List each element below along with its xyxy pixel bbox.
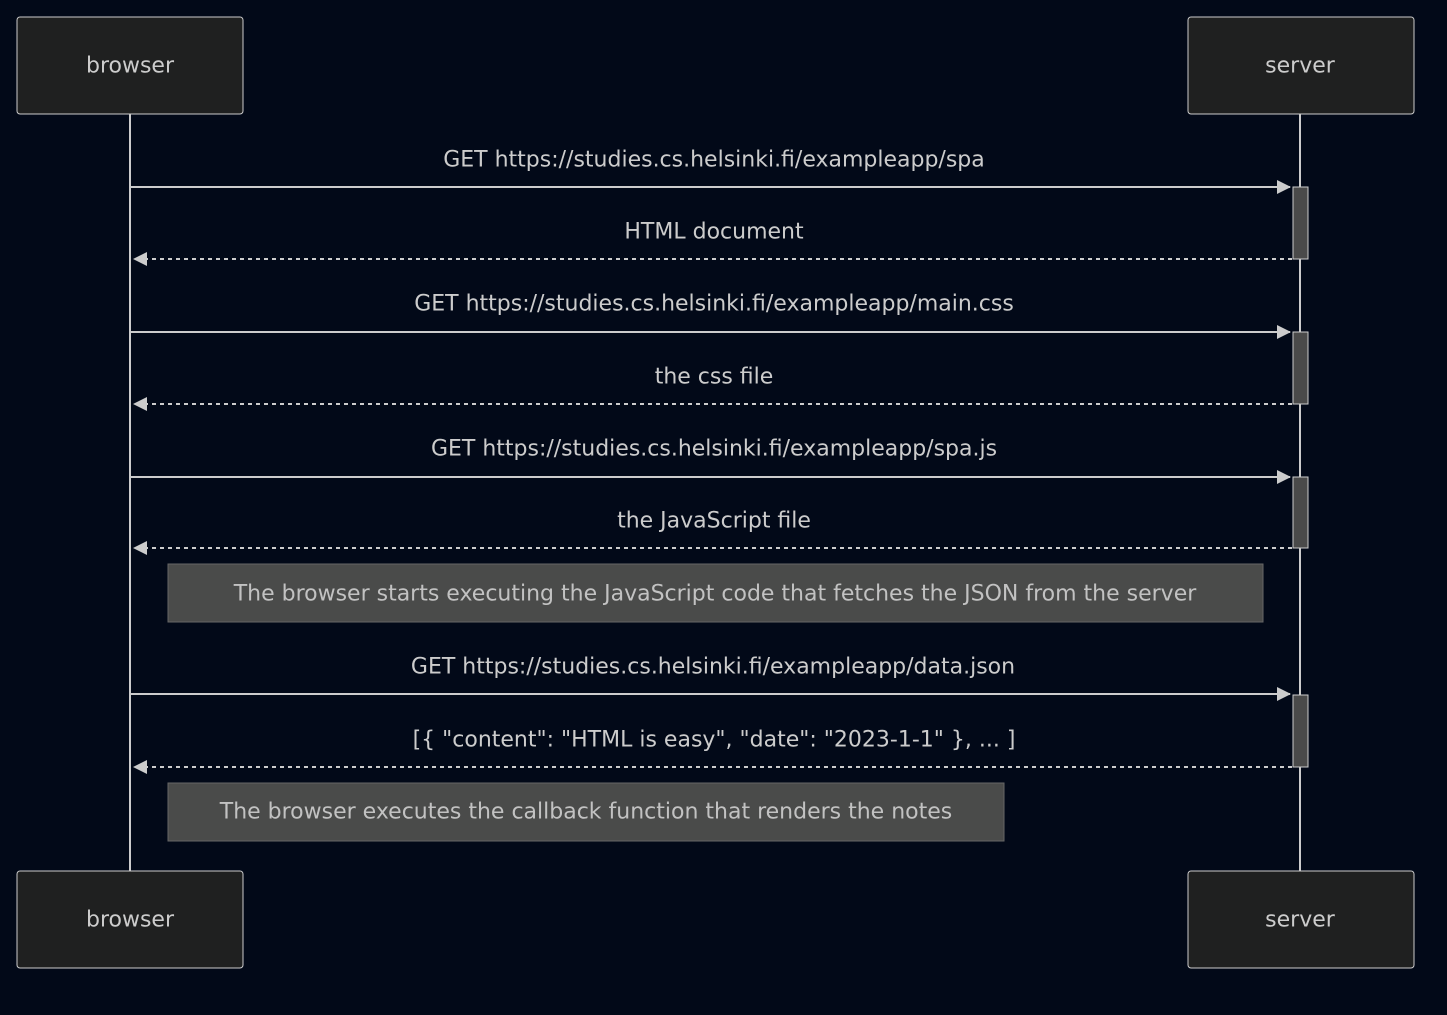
- message-response-html: HTML document: [133, 220, 1292, 266]
- actor-server-label: server: [1265, 54, 1336, 79]
- server-activation: [1292, 476, 1309, 549]
- actor-browser-top: browser: [16, 16, 244, 115]
- server-activation: [1292, 186, 1309, 260]
- message-label: the JavaScript file: [617, 509, 811, 534]
- message-label: GET https://studies.cs.helsinki.fi/examp…: [431, 437, 997, 462]
- actor-server-label: server: [1265, 908, 1336, 933]
- message-request-spa: GET https://studies.cs.helsinki.fi/examp…: [131, 148, 1291, 194]
- note-js-execution: The browser starts executing the JavaScr…: [167, 563, 1264, 623]
- server-activation: [1292, 331, 1309, 405]
- message-request-css: GET https://studies.cs.helsinki.fi/examp…: [131, 292, 1291, 339]
- message-response-css: the css file: [133, 365, 1292, 411]
- message-label: HTML document: [624, 220, 804, 245]
- message-label: the css file: [655, 365, 774, 390]
- message-label: GET https://studies.cs.helsinki.fi/examp…: [411, 655, 1015, 680]
- actor-server-bottom: server: [1187, 870, 1415, 969]
- message-label: GET https://studies.cs.helsinki.fi/examp…: [443, 148, 985, 173]
- message-request-js: GET https://studies.cs.helsinki.fi/examp…: [131, 437, 1291, 484]
- sequence-diagram: browser server browser server GET https:…: [16, 16, 1415, 969]
- message-response-json: [{ "content": "HTML is easy", "date": "2…: [133, 728, 1292, 774]
- message-request-json: GET https://studies.cs.helsinki.fi/examp…: [131, 655, 1291, 701]
- note-label: The browser starts executing the JavaScr…: [233, 582, 1198, 607]
- actor-browser-bottom: browser: [16, 870, 244, 969]
- actor-server-top: server: [1187, 16, 1415, 115]
- actor-browser-label: browser: [86, 908, 175, 933]
- message-label: [{ "content": "HTML is easy", "date": "2…: [413, 728, 1016, 753]
- message-response-js: the JavaScript file: [133, 509, 1292, 555]
- note-render-notes: The browser executes the callback functi…: [167, 782, 1005, 842]
- message-label: GET https://studies.cs.helsinki.fi/examp…: [414, 292, 1014, 317]
- note-label: The browser executes the callback functi…: [219, 800, 952, 825]
- server-activation: [1292, 694, 1309, 768]
- actor-browser-label: browser: [86, 54, 175, 79]
